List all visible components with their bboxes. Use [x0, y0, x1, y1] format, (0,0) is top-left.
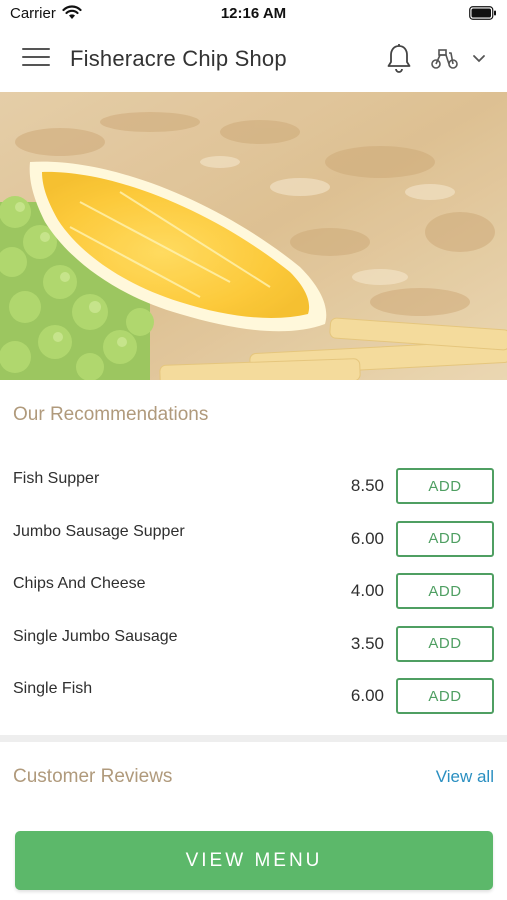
item-name: Fish Supper [13, 470, 100, 487]
list-item: Jumbo Sausage Supper 6.00 ADD [0, 513, 507, 566]
page-title: Fisheracre Chip Shop [70, 46, 287, 71]
status-time: 12:16 AM [220, 5, 287, 22]
view-menu-button[interactable]: VIEW MENU [15, 831, 493, 890]
recommendations-list: Fish Supper 8.50 ADD Jumbo Sausage Suppe… [0, 460, 507, 723]
section-divider [0, 735, 507, 742]
item-name: Single Jumbo Sausage [13, 627, 178, 645]
item-price: 8.50 [350, 476, 384, 495]
item-name: Jumbo Sausage Supper [13, 522, 185, 540]
hero-image [0, 92, 507, 380]
add-button[interactable]: ADD [396, 520, 494, 557]
view-all-link[interactable]: View all [436, 767, 494, 787]
app-header: Fisheracre Chip Shop [0, 28, 507, 92]
add-button[interactable]: ADD [396, 468, 494, 504]
list-item: Single Fish 6.00 ADD [0, 670, 507, 723]
reviews-title: Customer Reviews [13, 766, 173, 787]
add-button[interactable]: ADD [396, 625, 494, 662]
item-name: Chips And Cheese [13, 575, 146, 592]
item-price: 3.50 [350, 633, 384, 653]
list-item: Chips And Cheese 4.00 ADD [0, 565, 507, 618]
menu-icon[interactable] [22, 48, 50, 72]
fish-and-chips-image [0, 92, 507, 380]
recommendations-title: Our Recommendations [13, 404, 209, 425]
list-item: Fish Supper 8.50 ADD [0, 460, 507, 513]
add-button[interactable]: ADD [396, 573, 494, 609]
item-price: 6.00 [350, 686, 384, 705]
chevron-down-icon[interactable] [472, 54, 486, 64]
add-button[interactable]: ADD [396, 678, 494, 714]
item-price: 4.00 [350, 581, 384, 600]
delivery-scooter-icon[interactable] [430, 47, 460, 71]
list-item: Single Jumbo Sausage 3.50 ADD [0, 618, 507, 671]
bell-icon[interactable] [386, 43, 412, 75]
battery-icon [469, 6, 496, 20]
item-price: 6.00 [350, 528, 384, 548]
item-name: Single Fish [13, 680, 93, 697]
status-bar: Carrier 12:16 AM [0, 0, 507, 28]
